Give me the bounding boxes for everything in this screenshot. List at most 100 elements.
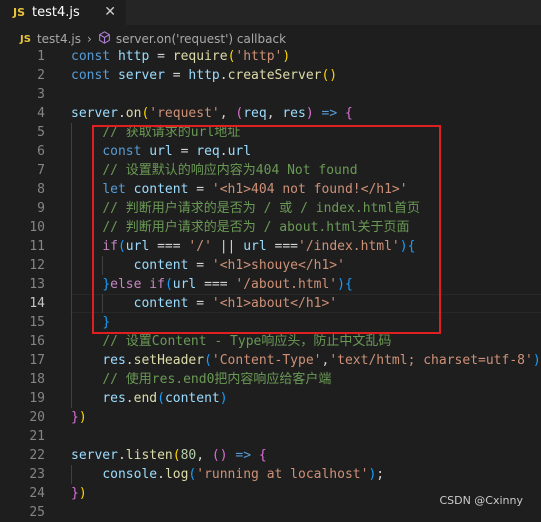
line-number: 1 bbox=[37, 49, 45, 64]
code-line[interactable]: 16 // 设置Content - Type响应头，防止中文乱码 bbox=[0, 332, 541, 351]
code-token: === bbox=[266, 239, 299, 254]
line-number: 7 bbox=[37, 163, 45, 178]
indent-guide bbox=[102, 294, 103, 313]
code-line[interactable]: 19 res.end(content) bbox=[0, 389, 541, 408]
line-number: 17 bbox=[29, 353, 45, 368]
code-token: 'Content-Type' bbox=[211, 353, 322, 368]
code-token: 80 bbox=[180, 448, 197, 463]
line-number: 8 bbox=[37, 182, 45, 197]
code-text: // 判断用户请求的是否为 / about.html关于页面 bbox=[71, 218, 410, 237]
code-token: = bbox=[188, 258, 212, 273]
code-line[interactable]: 6 const url = req.url bbox=[0, 142, 541, 161]
code-token: = bbox=[172, 144, 197, 159]
line-number: 13 bbox=[29, 277, 45, 292]
close-icon[interactable]: ✕ bbox=[104, 4, 116, 20]
code-token: end bbox=[133, 391, 158, 406]
code-token: } bbox=[102, 277, 111, 292]
code-line[interactable]: 9 // 判断用户请求的是否为 / 或 / index.html首页 bbox=[0, 199, 541, 218]
code-token: content bbox=[164, 391, 220, 406]
code-line[interactable]: 8 let content = '<h1>404 not found!</h1>… bbox=[0, 180, 541, 199]
code-line[interactable]: 12 content = '<h1>shouye</h1>' bbox=[0, 256, 541, 275]
code-token: const bbox=[71, 49, 118, 64]
breadcrumb-file[interactable]: test4.js bbox=[37, 32, 81, 46]
breadcrumb-symbol[interactable]: server.on('request') callback bbox=[116, 32, 286, 46]
code-token: } bbox=[102, 315, 111, 330]
code-token: url bbox=[125, 239, 150, 254]
code-line[interactable]: 14 content = '<h1>about</h1>' bbox=[0, 294, 541, 313]
code-line[interactable]: 18 // 使用res.end0把内容响应给客户端 bbox=[0, 370, 541, 389]
code-text: res.end(content) bbox=[71, 389, 227, 408]
code-token: } bbox=[71, 410, 79, 425]
code-token: 'request' bbox=[149, 106, 220, 121]
code-token: url bbox=[243, 239, 267, 254]
tab-label: test4.js bbox=[32, 5, 80, 20]
code-token: () bbox=[321, 68, 338, 83]
code-token: server bbox=[71, 448, 118, 463]
code-line[interactable]: 20}) bbox=[0, 408, 541, 427]
indent-guide bbox=[102, 256, 103, 275]
code-line[interactable]: 22 server.listen(80, () => { bbox=[0, 446, 541, 465]
code-text: content = '<h1>about</h1>' bbox=[71, 294, 338, 313]
code-token: content bbox=[133, 296, 189, 311]
code-text: server.on('request', (req, res) => { bbox=[71, 104, 353, 123]
line-number: 12 bbox=[29, 258, 45, 273]
code-token: require bbox=[172, 49, 228, 64]
code-token: server bbox=[117, 68, 165, 83]
code-token: ; bbox=[376, 467, 385, 482]
code-line[interactable]: 5 // 获取请求的url地址 bbox=[0, 123, 541, 142]
code-line[interactable]: 21 bbox=[0, 427, 541, 446]
code-line[interactable]: 17 res.setHeader('Content-Type','text/ht… bbox=[0, 351, 541, 370]
code-text: // 设置Content - Type响应头，防止中文乱码 bbox=[71, 332, 391, 351]
code-token: . bbox=[125, 391, 134, 406]
code-token: '<h1>shouye</h1>' bbox=[211, 258, 345, 273]
code-line[interactable]: 4 server.on('request', (req, res) => { bbox=[0, 104, 541, 123]
code-token: , bbox=[196, 448, 212, 463]
indent-guide bbox=[71, 123, 72, 408]
code-token: else if bbox=[110, 277, 165, 292]
code-token: ) bbox=[399, 239, 408, 254]
method-cube-icon bbox=[98, 31, 111, 47]
code-token: => bbox=[227, 448, 259, 463]
code-line[interactable]: 13 }else if(url === '/about.html'){ bbox=[0, 275, 541, 294]
code-text: // 获取请求的url地址 bbox=[71, 123, 240, 142]
code-token: ( bbox=[157, 391, 165, 406]
tab-bar: JS test4.js ✕ bbox=[0, 0, 541, 25]
tab-test4-js[interactable]: JS test4.js ✕ bbox=[0, 0, 126, 25]
code-token: } bbox=[71, 486, 79, 501]
code-line[interactable]: 7 // 设置默认的响应内容为404 Not found bbox=[0, 161, 541, 180]
code-token: url bbox=[172, 277, 197, 292]
line-number: 25 bbox=[29, 505, 45, 520]
code-text: server.listen(80, () => { bbox=[71, 446, 267, 465]
code-line[interactable]: 23 console.log('running at localhost'); bbox=[0, 465, 541, 484]
code-token: // 判断用户请求的是否为 / 或 / index.html首页 bbox=[102, 201, 421, 216]
code-token: { bbox=[344, 106, 353, 121]
code-token: if bbox=[102, 239, 118, 254]
code-line[interactable]: 2 const server = http.createServer() bbox=[0, 66, 541, 85]
code-text: // 设置默认的响应内容为404 Not found bbox=[71, 161, 357, 180]
js-file-icon: JS bbox=[20, 33, 31, 45]
line-number: 10 bbox=[29, 220, 45, 235]
watermark: CSDN @Cxinny bbox=[439, 494, 523, 507]
code-token: '/about.html' bbox=[235, 277, 338, 292]
code-token: listen bbox=[125, 448, 173, 463]
code-text: let content = '<h1>404 not found!</h1>' bbox=[71, 180, 407, 199]
line-number: 20 bbox=[29, 410, 45, 425]
code-line[interactable]: 1 const http = require('http') bbox=[0, 47, 541, 66]
code-line[interactable]: 10 // 判断用户请求的是否为 / about.html关于页面 bbox=[0, 218, 541, 237]
code-line[interactable]: 15 } bbox=[0, 313, 541, 332]
indent-guide bbox=[71, 465, 72, 484]
line-number: 19 bbox=[29, 391, 45, 406]
code-editor[interactable]: 1 const http = require('http') 2 const serv… bbox=[0, 47, 541, 522]
code-line[interactable]: 11 if(url === '/' || url ==='/index.html… bbox=[0, 237, 541, 256]
code-line[interactable]: 3 bbox=[0, 85, 541, 104]
code-token: req bbox=[243, 106, 267, 121]
code-token: // 判断用户请求的是否为 / about.html关于页面 bbox=[102, 220, 410, 235]
